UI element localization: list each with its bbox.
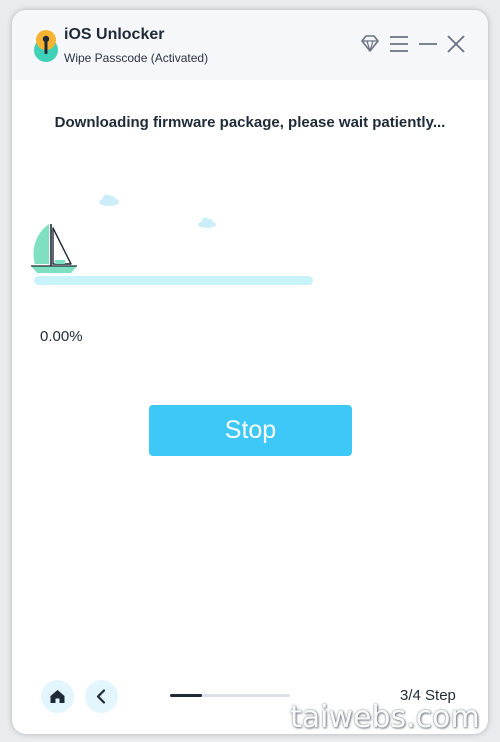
- app-logo-icon: [34, 30, 58, 62]
- home-icon: [50, 690, 65, 703]
- step-progress-fill: [170, 694, 203, 697]
- chevron-left-icon: [96, 689, 106, 704]
- title-bar: iOS Unlocker Wipe Passcode (Activated): [12, 10, 488, 80]
- menu-icon[interactable]: [387, 32, 411, 56]
- back-button[interactable]: [85, 680, 118, 713]
- app-subtitle: Wipe Passcode (Activated): [64, 51, 209, 65]
- watermark: taiwebs.com: [290, 700, 480, 735]
- sailboat-icon: [31, 224, 77, 273]
- diamond-icon[interactable]: [358, 32, 382, 56]
- minimize-icon[interactable]: [416, 32, 440, 56]
- cloud-icon: [198, 217, 216, 228]
- stop-button[interactable]: Stop: [149, 405, 352, 456]
- home-button[interactable]: [41, 680, 74, 713]
- close-icon[interactable]: [444, 32, 468, 56]
- step-progress-bar: [170, 694, 290, 697]
- app-title: iOS Unlocker: [64, 26, 165, 43]
- cloud-icon: [99, 194, 119, 206]
- progress-percent: 0.00%: [40, 328, 83, 345]
- app-window: iOS Unlocker Wipe Passcode (Activated) D…: [12, 10, 488, 734]
- download-progress-bar: [34, 276, 313, 285]
- status-heading: Downloading firmware package, please wai…: [54, 114, 446, 131]
